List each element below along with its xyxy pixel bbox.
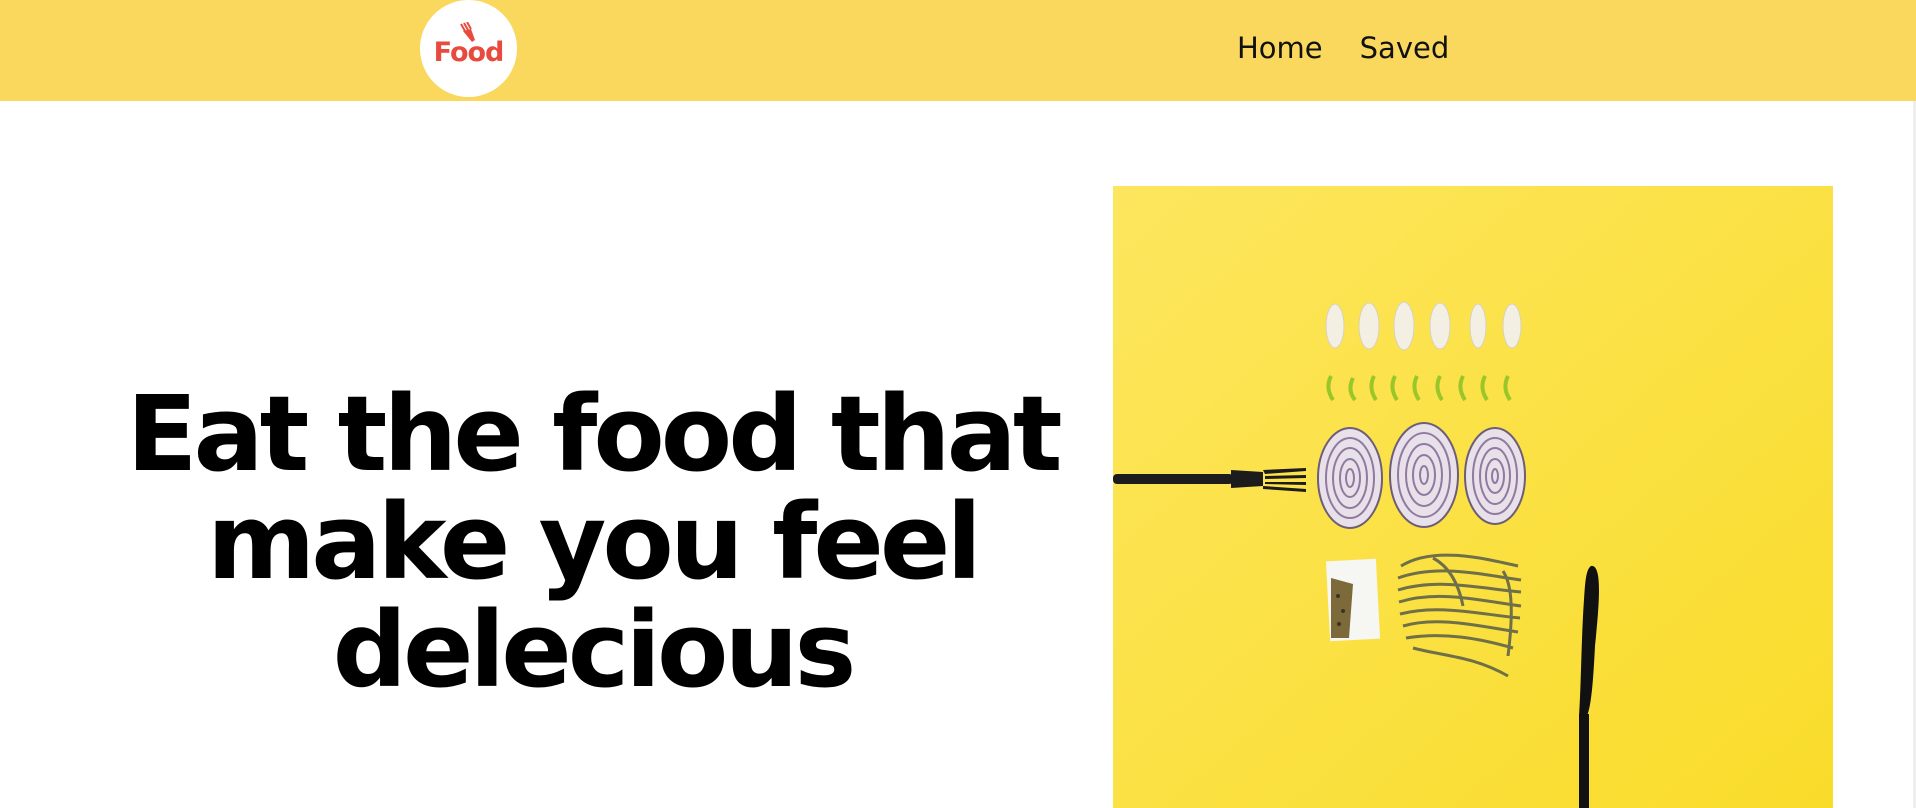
nav-link-saved[interactable]: Saved	[1360, 26, 1450, 70]
hero-image	[1113, 186, 1833, 808]
navbar: Food Home Saved	[0, 0, 1916, 101]
onion-slices	[1317, 422, 1526, 529]
hero-title: Eat the food that make you feel deleciou…	[126, 373, 1062, 711]
logo-text: Food	[433, 37, 505, 68]
page: Food Home Saved Eat the food that make y…	[0, 0, 1916, 808]
nav-link-home[interactable]: Home	[1237, 26, 1323, 70]
main-nav: Home Saved	[1237, 26, 1449, 70]
logo[interactable]: Food	[420, 0, 517, 97]
hero-illustration	[1113, 186, 1833, 808]
herb-packet	[1325, 558, 1381, 642]
